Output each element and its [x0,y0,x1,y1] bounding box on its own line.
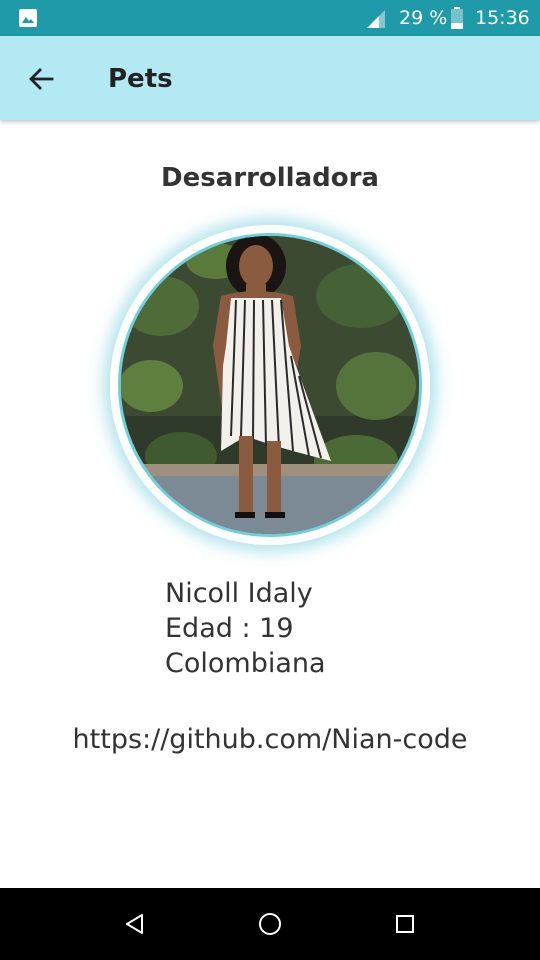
back-triangle-icon [126,914,143,934]
app-bar: Pets [0,36,540,120]
recents-square-icon [396,915,414,933]
back-button[interactable] [18,56,64,102]
app-title: Pets [108,64,173,94]
profile-age: Edad : 19 [165,613,294,644]
arrow-back-icon [29,68,54,90]
status-bar: 29 % 15:36 [0,0,540,36]
clock: 15:36 [475,7,530,29]
profile-name: Nicoll Idaly [165,578,313,609]
system-nav-bar [0,888,540,960]
github-link[interactable]: https://github.com/Nian-code [0,722,540,758]
profile-nationality: Colombiana [165,648,326,679]
nav-back-button[interactable] [113,902,157,946]
battery-percent: 29 % [399,7,448,29]
nav-recents-button[interactable] [383,902,427,946]
profile-info: Nicoll Idaly Edad : 19 Colombiana [165,576,505,681]
profile-photo [121,236,419,534]
signal-icon [367,10,385,28]
section-title: Desarrolladora [161,163,379,193]
battery-icon [451,7,463,29]
screen: 29 % 15:36 Pets Desarrolladora Nicoll Id… [0,0,540,960]
avatar [118,233,422,537]
gallery-icon [19,9,37,27]
home-circle-icon [259,913,281,935]
nav-home-button[interactable] [248,902,292,946]
